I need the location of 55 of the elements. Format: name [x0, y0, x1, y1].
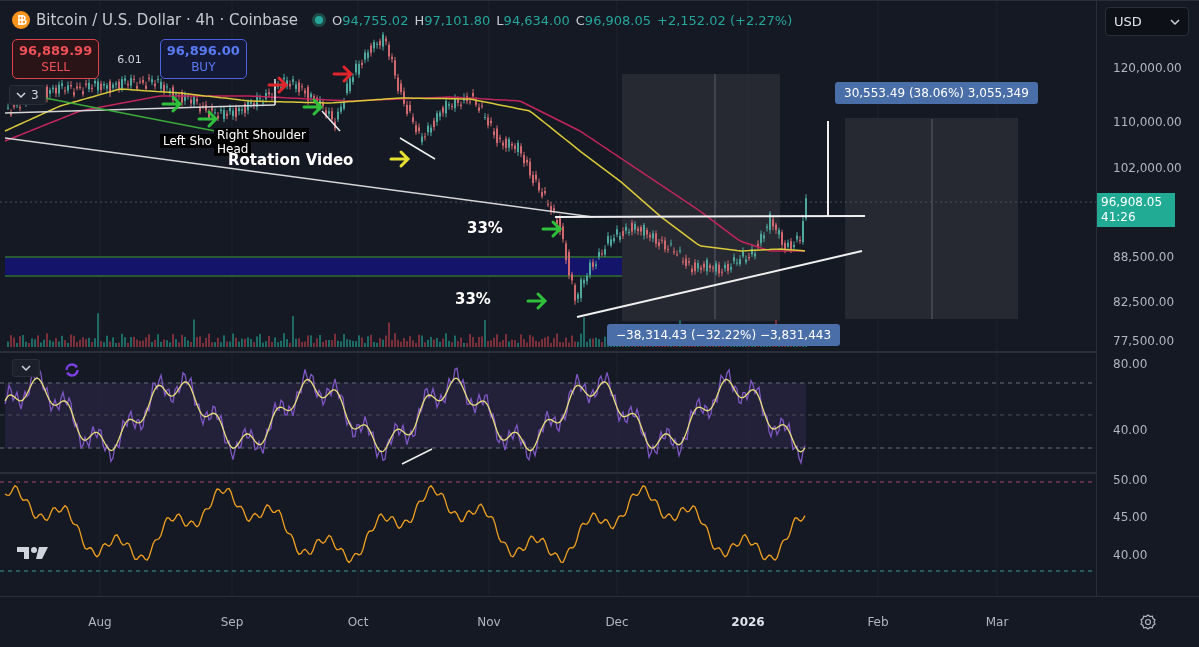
measure-label: 30,553.49 (38.06%) 3,055,349	[835, 82, 1038, 104]
time-tick: 2026	[731, 615, 765, 629]
arrow-icon	[526, 292, 548, 310]
arrow-icon	[389, 150, 411, 168]
chart-annotation: 33%	[467, 219, 503, 237]
rsi-tick: 80.00	[1113, 357, 1148, 371]
ohlc-value: C96,908.05	[575, 12, 652, 28]
time-tick: Dec	[605, 615, 629, 629]
arrow-icon	[161, 95, 183, 113]
time-tick: Aug	[88, 615, 112, 629]
price-tick: 120,000.00	[1113, 61, 1182, 75]
arrow-icon	[541, 220, 563, 238]
ohlc-value: H97,101.80	[414, 12, 491, 28]
refresh-icon[interactable]	[64, 362, 80, 378]
ohlc-value: O94,755.02	[332, 12, 409, 28]
price-tick: 110,000.00	[1113, 115, 1182, 129]
chevron-icon	[16, 91, 26, 99]
sell-button[interactable]: 96,889.99 SELL	[12, 39, 100, 79]
time-tick: Sep	[220, 615, 244, 629]
status-dot-icon	[312, 13, 326, 27]
indicators-toggle[interactable]: 3	[9, 85, 46, 105]
currency-dropdown[interactable]: USD	[1105, 7, 1189, 36]
price-tick: 102,000.00	[1113, 161, 1182, 175]
settings-icon[interactable]	[1140, 614, 1156, 630]
price-tick: 77,500.00	[1113, 334, 1175, 348]
chevron-icon	[1170, 17, 1180, 26]
chart-annotation: Right Shoulder	[214, 128, 309, 142]
bitcoin-icon	[12, 11, 30, 29]
time-tick: Oct	[347, 615, 369, 629]
time-tick: Mar	[985, 615, 1009, 629]
pane-collapse-button[interactable]	[12, 359, 40, 377]
last-price: 96,908.05	[1101, 195, 1164, 210]
logo-icon	[17, 545, 49, 561]
buy-button[interactable]: 96,896.00 BUY	[159, 39, 247, 79]
arrow-icon	[332, 65, 354, 83]
arrow-icon	[302, 98, 324, 116]
oscillator-tick: 40.00	[1113, 548, 1148, 562]
time-tick: Feb	[867, 615, 889, 629]
price-tick: 88,500.00	[1113, 250, 1175, 264]
oscillator-tick: 50.00	[1113, 473, 1148, 487]
rsi-tick: 40.00	[1113, 423, 1148, 437]
chart-annotation: Left Sho	[160, 134, 215, 148]
spread-value: 6.01	[117, 52, 142, 66]
measure-label: −38,314.43 (−32.22%) −3,831,443	[607, 324, 841, 346]
price-tick: 82,500.00	[1113, 295, 1175, 309]
price-change: +2,152.02 (+2.27%)	[657, 12, 793, 28]
arrow-icon	[267, 76, 289, 94]
time-tick: Nov	[477, 615, 501, 629]
arrow-icon	[197, 110, 219, 128]
oscillator-tick: 45.00	[1113, 510, 1148, 524]
chart-annotation: 33%	[455, 290, 491, 308]
bar-countdown: 41:26	[1101, 210, 1137, 225]
ohlc-value: L94,634.00	[496, 12, 570, 28]
chevron-icon	[21, 364, 31, 372]
symbol-title[interactable]: Bitcoin / U.S. Dollar · 4h · Coinbase	[36, 11, 298, 29]
